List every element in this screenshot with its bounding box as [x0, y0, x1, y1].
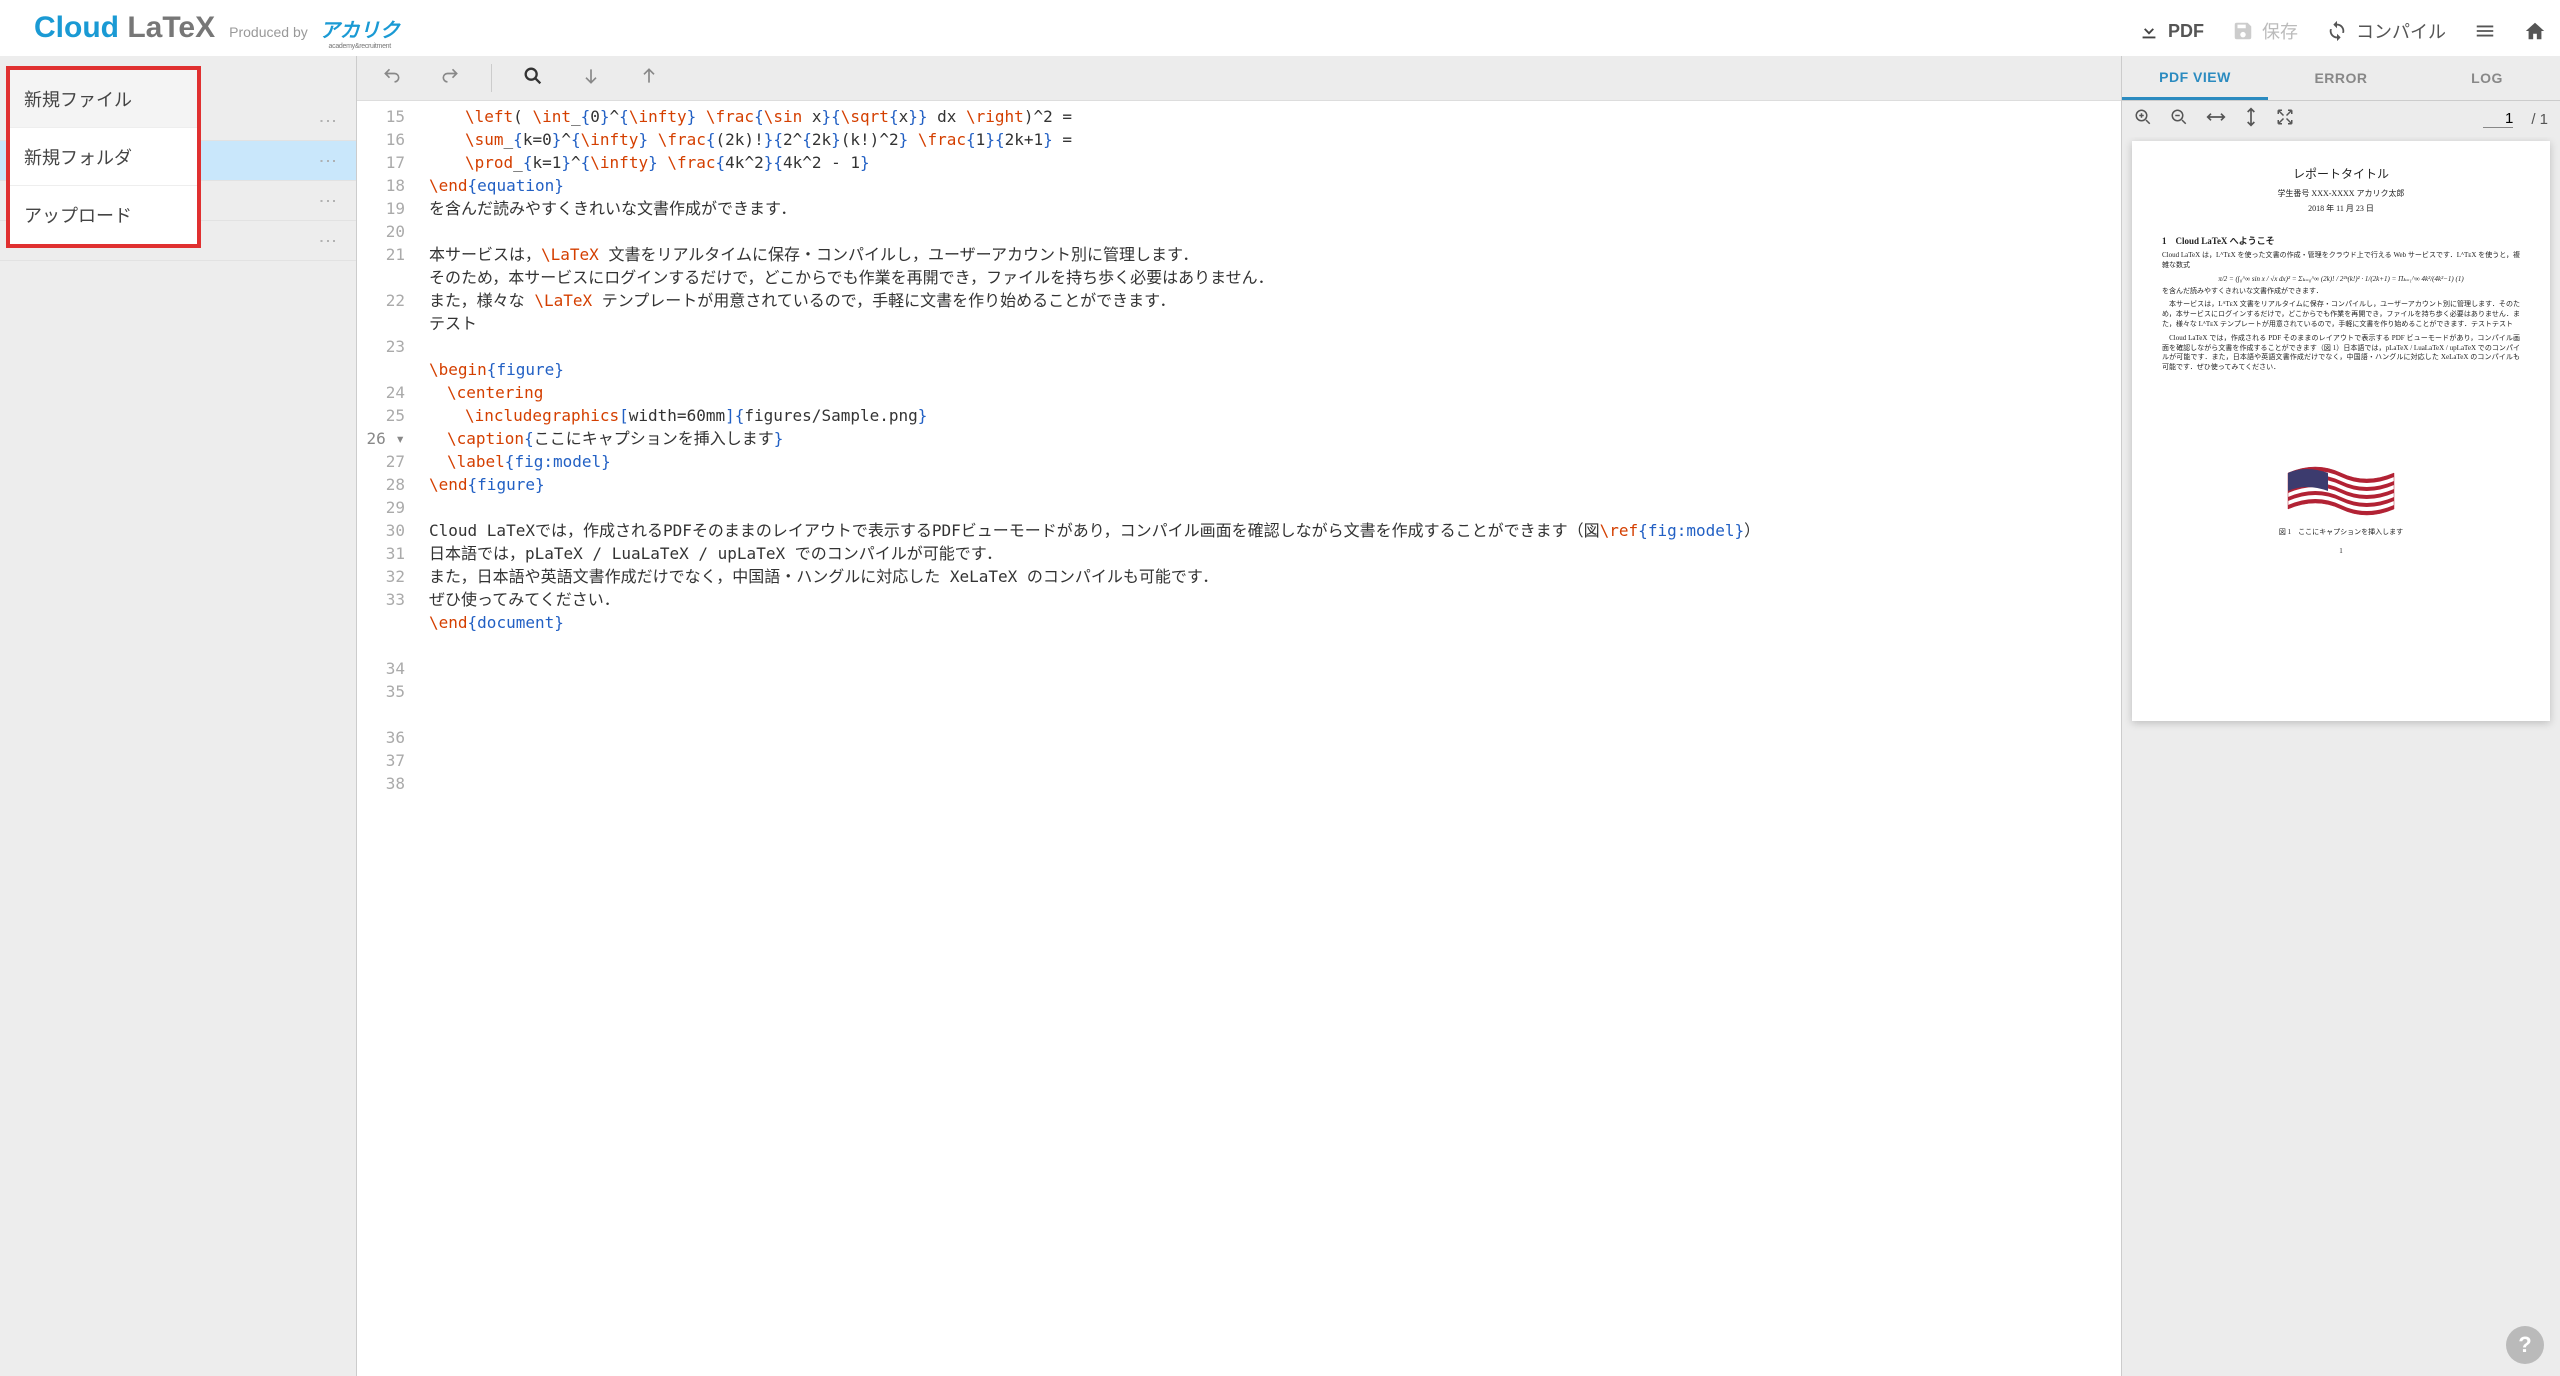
pdf-page-total: / 1: [2531, 111, 2548, 128]
redo-button[interactable]: [429, 62, 471, 94]
pdf-p1: Cloud LaTeX は，LᴬTᴇX を使った文書の作成・管理をクラウド上で行…: [2162, 251, 2520, 271]
help-button[interactable]: ?: [2506, 1326, 2544, 1364]
context-upload[interactable]: アップロード: [10, 186, 197, 244]
redo-icon: [438, 66, 462, 91]
pdf-panel: PDF VIEW ERROR LOG / 1 レポートタイトル 学生番号 XXX…: [2122, 56, 2560, 1376]
brand-acaric: アカリク: [320, 14, 400, 43]
tab-error[interactable]: ERROR: [2268, 56, 2414, 100]
pdf-viewport[interactable]: レポートタイトル 学生番号 XXX-XXXX アカリク太郎 2018 年 11 …: [2122, 137, 2560, 1376]
menu-button[interactable]: [2474, 20, 2496, 42]
pdf-toolbar: / 1: [2122, 101, 2560, 137]
more-icon[interactable]: ⋮: [326, 192, 330, 210]
pdf-title: レポートタイトル: [2162, 165, 2520, 182]
zoom-out-icon[interactable]: [2170, 108, 2188, 131]
pdf-pagenum: 1: [2162, 547, 2520, 555]
save-label: 保存: [2262, 18, 2298, 44]
arrow-up-icon: [639, 66, 659, 91]
tab-log[interactable]: LOG: [2414, 56, 2560, 100]
save-icon: [2232, 20, 2254, 42]
arrow-down-icon: [581, 66, 601, 91]
context-menu: 新規ファイル 新規フォルダ アップロード: [6, 66, 201, 248]
pdf-download-button[interactable]: PDF: [2138, 20, 2204, 42]
down-button[interactable]: [570, 62, 612, 94]
zoom-in-icon[interactable]: [2134, 108, 2152, 131]
brand-producedby: Produced by: [229, 24, 308, 40]
pdf-page-input[interactable]: [2483, 110, 2513, 128]
code-body[interactable]: \left( \int_{0}^{\infty} \frac{\sin x}{\…: [421, 101, 2121, 1376]
more-icon[interactable]: ⋮: [326, 232, 330, 250]
search-icon: [522, 65, 544, 92]
pdf-p4: Cloud LaTeX では，作成される PDF そのままのレイアウトで表示する…: [2162, 334, 2520, 373]
tab-pdfview[interactable]: PDF VIEW: [2122, 56, 2268, 100]
fit-height-icon[interactable]: [2244, 107, 2258, 132]
pdf-figure: [2286, 463, 2396, 523]
editor-panel: 15161718192021 22 23 242526 ▾27282930313…: [356, 56, 2122, 1376]
fit-width-icon[interactable]: [2206, 110, 2226, 129]
home-button[interactable]: [2524, 20, 2546, 42]
search-button[interactable]: [512, 62, 554, 94]
compile-label: コンパイル: [2356, 18, 2446, 44]
topbar-actions: PDF 保存 コンパイル: [2138, 18, 2546, 56]
flag-image-icon: [2286, 465, 2396, 521]
download-icon: [2138, 20, 2160, 42]
file-tree-panel: 新規ファイル 新規フォルダ アップロード ⋮ ⋮ ⋮ ⋮: [0, 56, 356, 1376]
brand-acaric-sub: academy&recruitment: [329, 43, 391, 50]
editor-toolbar: [357, 56, 2121, 101]
brand-latex: LaTeX: [119, 11, 215, 44]
pdf-download-label: PDF: [2168, 21, 2204, 42]
more-icon[interactable]: ⋮: [326, 112, 330, 130]
undo-icon: [380, 66, 404, 91]
pdf-equation: π/2 = (∫₀^∞ sin x / √x dx)² = Σₖ₌₀^∞ (2k…: [2162, 275, 2520, 283]
context-new-file[interactable]: 新規ファイル: [10, 70, 197, 128]
brand-cloud: Cloud: [34, 11, 119, 44]
save-button[interactable]: 保存: [2232, 18, 2298, 44]
undo-button[interactable]: [371, 62, 413, 94]
menu-icon: [2474, 20, 2496, 42]
brand-logo[interactable]: Cloud LaTeX Produced by アカリク academy&rec…: [34, 11, 400, 56]
pdf-date: 2018 年 11 月 23 日: [2162, 203, 2520, 214]
pdf-h1: 1 Cloud LaTeX へようこそ: [2162, 234, 2520, 247]
topbar: Cloud LaTeX Produced by アカリク academy&rec…: [0, 0, 2560, 56]
more-icon[interactable]: ⋮: [326, 152, 330, 170]
line-gutter: 15161718192021 22 23 242526 ▾27282930313…: [357, 101, 421, 1376]
pdf-page: レポートタイトル 学生番号 XXX-XXXX アカリク太郎 2018 年 11 …: [2132, 141, 2550, 721]
sync-icon: [2326, 20, 2348, 42]
context-new-folder[interactable]: 新規フォルダ: [10, 128, 197, 186]
home-icon: [2524, 20, 2546, 42]
pdf-tabs: PDF VIEW ERROR LOG: [2122, 56, 2560, 101]
code-editor[interactable]: 15161718192021 22 23 242526 ▾27282930313…: [357, 101, 2121, 1376]
up-button[interactable]: [628, 62, 670, 94]
pdf-author: 学生番号 XXX-XXXX アカリク太郎: [2162, 188, 2520, 199]
pdf-caption: 図 1 ここにキャプションを挿入します: [2162, 527, 2520, 537]
expand-icon[interactable]: [2276, 108, 2294, 131]
compile-button[interactable]: コンパイル: [2326, 18, 2446, 44]
pdf-p3: 本サービスは，LᴬTᴇX 文書をリアルタイムに保存・コンパイルし，ユーザーアカウ…: [2162, 300, 2520, 329]
help-icon: ?: [2518, 1332, 2531, 1358]
pdf-p2: を含んだ読みやすくきれいな文書作成ができます．: [2162, 287, 2520, 297]
